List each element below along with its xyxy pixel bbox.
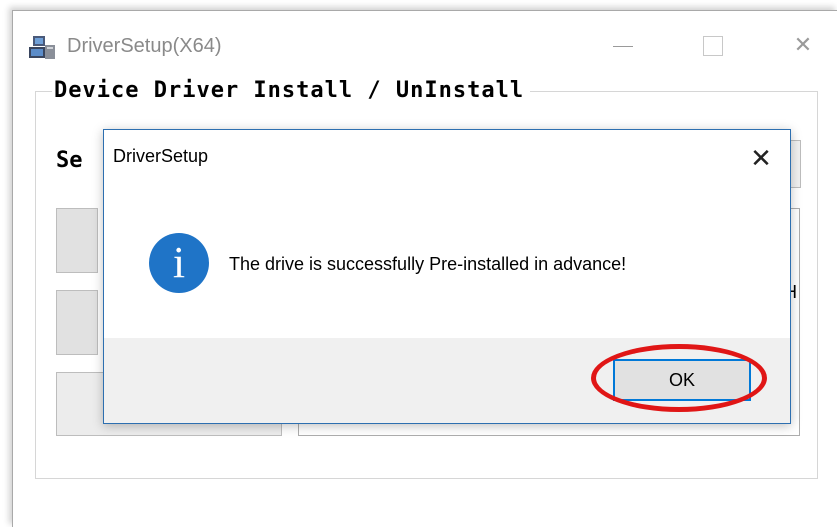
info-icon: i [149, 233, 209, 293]
dialog-title: DriverSetup [113, 146, 209, 166]
select-label: Se [56, 148, 83, 173]
maximize-button[interactable] [685, 25, 741, 65]
close-button[interactable]: ✕ [775, 25, 831, 65]
install-button[interactable] [56, 208, 98, 273]
groupbox-title: Device Driver Install / UnInstall [52, 78, 531, 103]
message-dialog: DriverSetup ✕ i The drive is successfull… [103, 129, 791, 424]
main-titlebar[interactable]: DriverSetup(X64) ✕ [13, 11, 837, 71]
minimize-icon [613, 45, 633, 47]
minimize-button[interactable] [595, 25, 651, 65]
close-icon: ✕ [750, 143, 772, 173]
ok-button[interactable]: OK [613, 359, 751, 401]
maximize-icon [703, 36, 723, 57]
app-icon [29, 36, 55, 59]
dialog-message: The drive is successfully Pre-installed … [229, 254, 627, 274]
dialog-close-button[interactable]: ✕ [740, 138, 782, 178]
main-window-title: DriverSetup(X64) [67, 35, 222, 57]
close-icon: ✕ [793, 32, 813, 57]
uninstall-button[interactable] [56, 290, 98, 355]
